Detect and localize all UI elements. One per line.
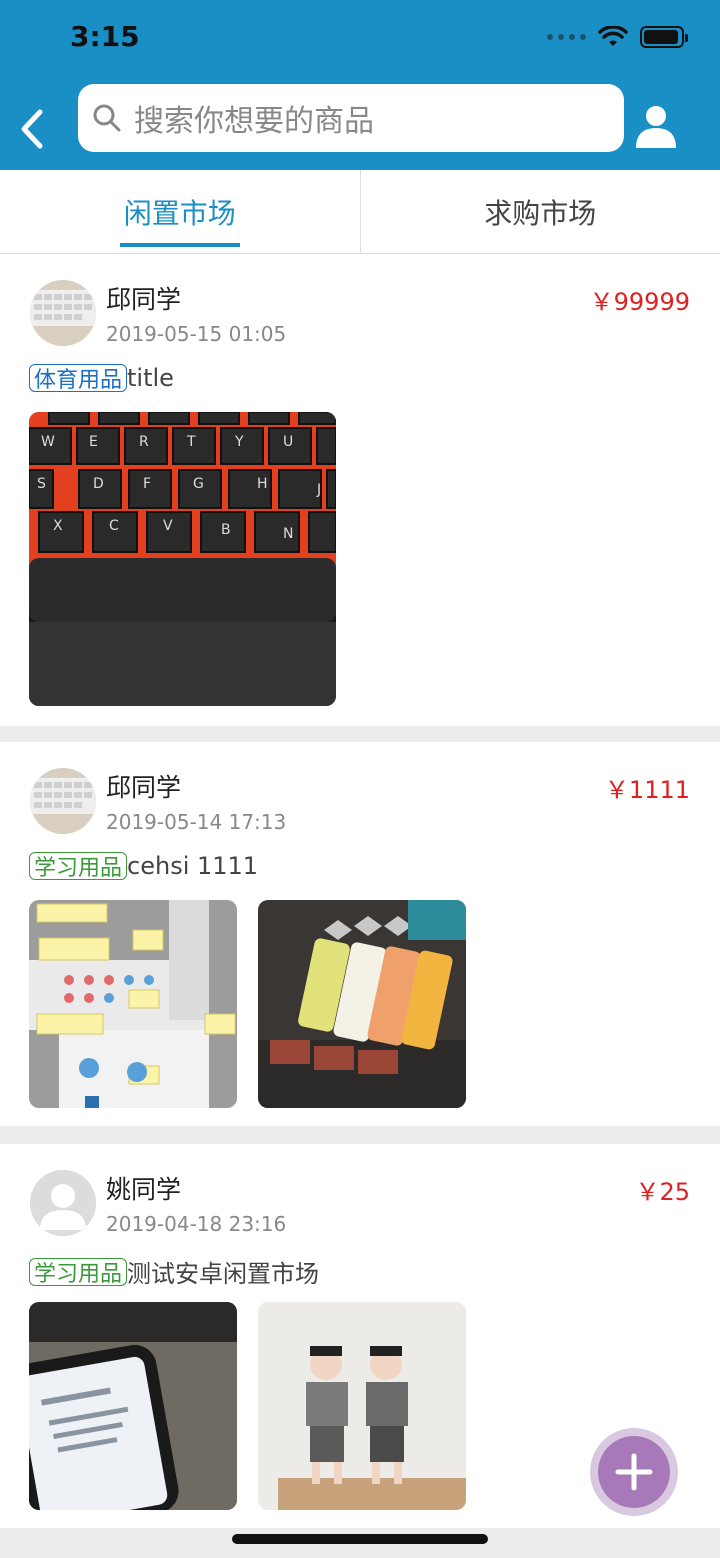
add-post-button-inner [598,1436,670,1508]
svg-text:J: J [316,482,321,498]
svg-text:N: N [283,526,293,542]
signal-icon [547,34,586,40]
svg-text:S: S [37,476,46,492]
tab-label: 求购市场 [484,196,597,230]
svg-text:D: D [93,476,104,492]
category-tag: 体育用品 [29,364,128,393]
market-tabs: 闲置市场 求购市场 [0,170,720,254]
post-date: 2019-04-18 23:16 [106,1212,287,1236]
user-icon[interactable] [634,104,678,150]
plus-icon [615,1453,653,1491]
screenshot-photo[interactable] [29,900,237,1108]
price: ￥1111 [604,776,690,804]
category-tag: 学习用品 [29,1257,128,1287]
tab-idle-market[interactable]: 闲置市场 [0,170,360,253]
svg-text:X: X [53,518,63,534]
status-time: 3:15 [70,20,140,53]
children-photo[interactable] [258,1302,466,1510]
post-date: 2019-05-14 17:13 [106,810,287,834]
post-title: cehsi 1111 [127,852,259,880]
svg-text:E: E [89,434,98,450]
price: ￥99999 [589,288,690,316]
post-title-line: 体育用品 title [29,364,174,393]
svg-text:U: U [283,434,293,450]
avatar[interactable] [30,280,96,346]
post-title: 测试安卓闲置市场 [127,1260,320,1288]
home-indicator [232,1534,488,1544]
svg-text:G: G [193,476,204,492]
search-input[interactable]: 搜索你想要的商品 [78,84,624,152]
svg-text:Y: Y [234,434,244,450]
phone-photo[interactable] [29,1302,237,1510]
tab-buy-market[interactable]: 求购市场 [359,170,720,253]
user-name: 姚同学 [106,1175,182,1204]
post-title: title [127,364,174,392]
search-placeholder: 搜索你想要的商品 [134,104,374,139]
tab-label: 闲置市场 [123,196,236,230]
svg-text:F: F [143,476,151,492]
post-title-line: 学习用品 cehsi 1111 [29,852,259,881]
back-icon[interactable] [14,104,54,154]
post-card[interactable]: 邱同学 2019-05-14 17:13 ￥1111 学习用品 cehsi 11… [0,742,720,1126]
svg-text:H: H [257,476,268,492]
seal-stamps-photo[interactable] [258,900,466,1108]
search-icon [93,104,121,132]
svg-text:T: T [186,434,196,450]
status-icons [547,26,688,48]
post-card[interactable]: 邱同学 2019-05-15 01:05 ￥99999 体育用品 title W… [0,254,720,726]
svg-text:B: B [221,522,231,538]
top-bar: 3:15 搜索你想要的商品 [0,0,720,170]
svg-text:W: W [41,434,55,450]
user-name: 邱同学 [106,773,182,802]
add-post-button[interactable] [590,1428,678,1516]
avatar[interactable] [30,1170,96,1236]
avatar[interactable] [30,768,96,834]
battery-icon [640,26,688,48]
price: ￥25 [635,1178,690,1206]
svg-text:C: C [109,518,119,534]
svg-text:V: V [163,518,173,534]
post-date: 2019-05-15 01:05 [106,322,287,346]
svg-text:R: R [139,434,149,450]
user-name: 邱同学 [106,285,182,314]
category-tag: 学习用品 [29,852,128,881]
active-tab-indicator [120,243,240,247]
keyboard-photo[interactable]: W E R T Y U S D F G H J X C V B N [29,412,336,706]
post-title-line: 学习用品 测试安卓闲置市场 [29,1254,319,1289]
wifi-icon [598,26,628,46]
